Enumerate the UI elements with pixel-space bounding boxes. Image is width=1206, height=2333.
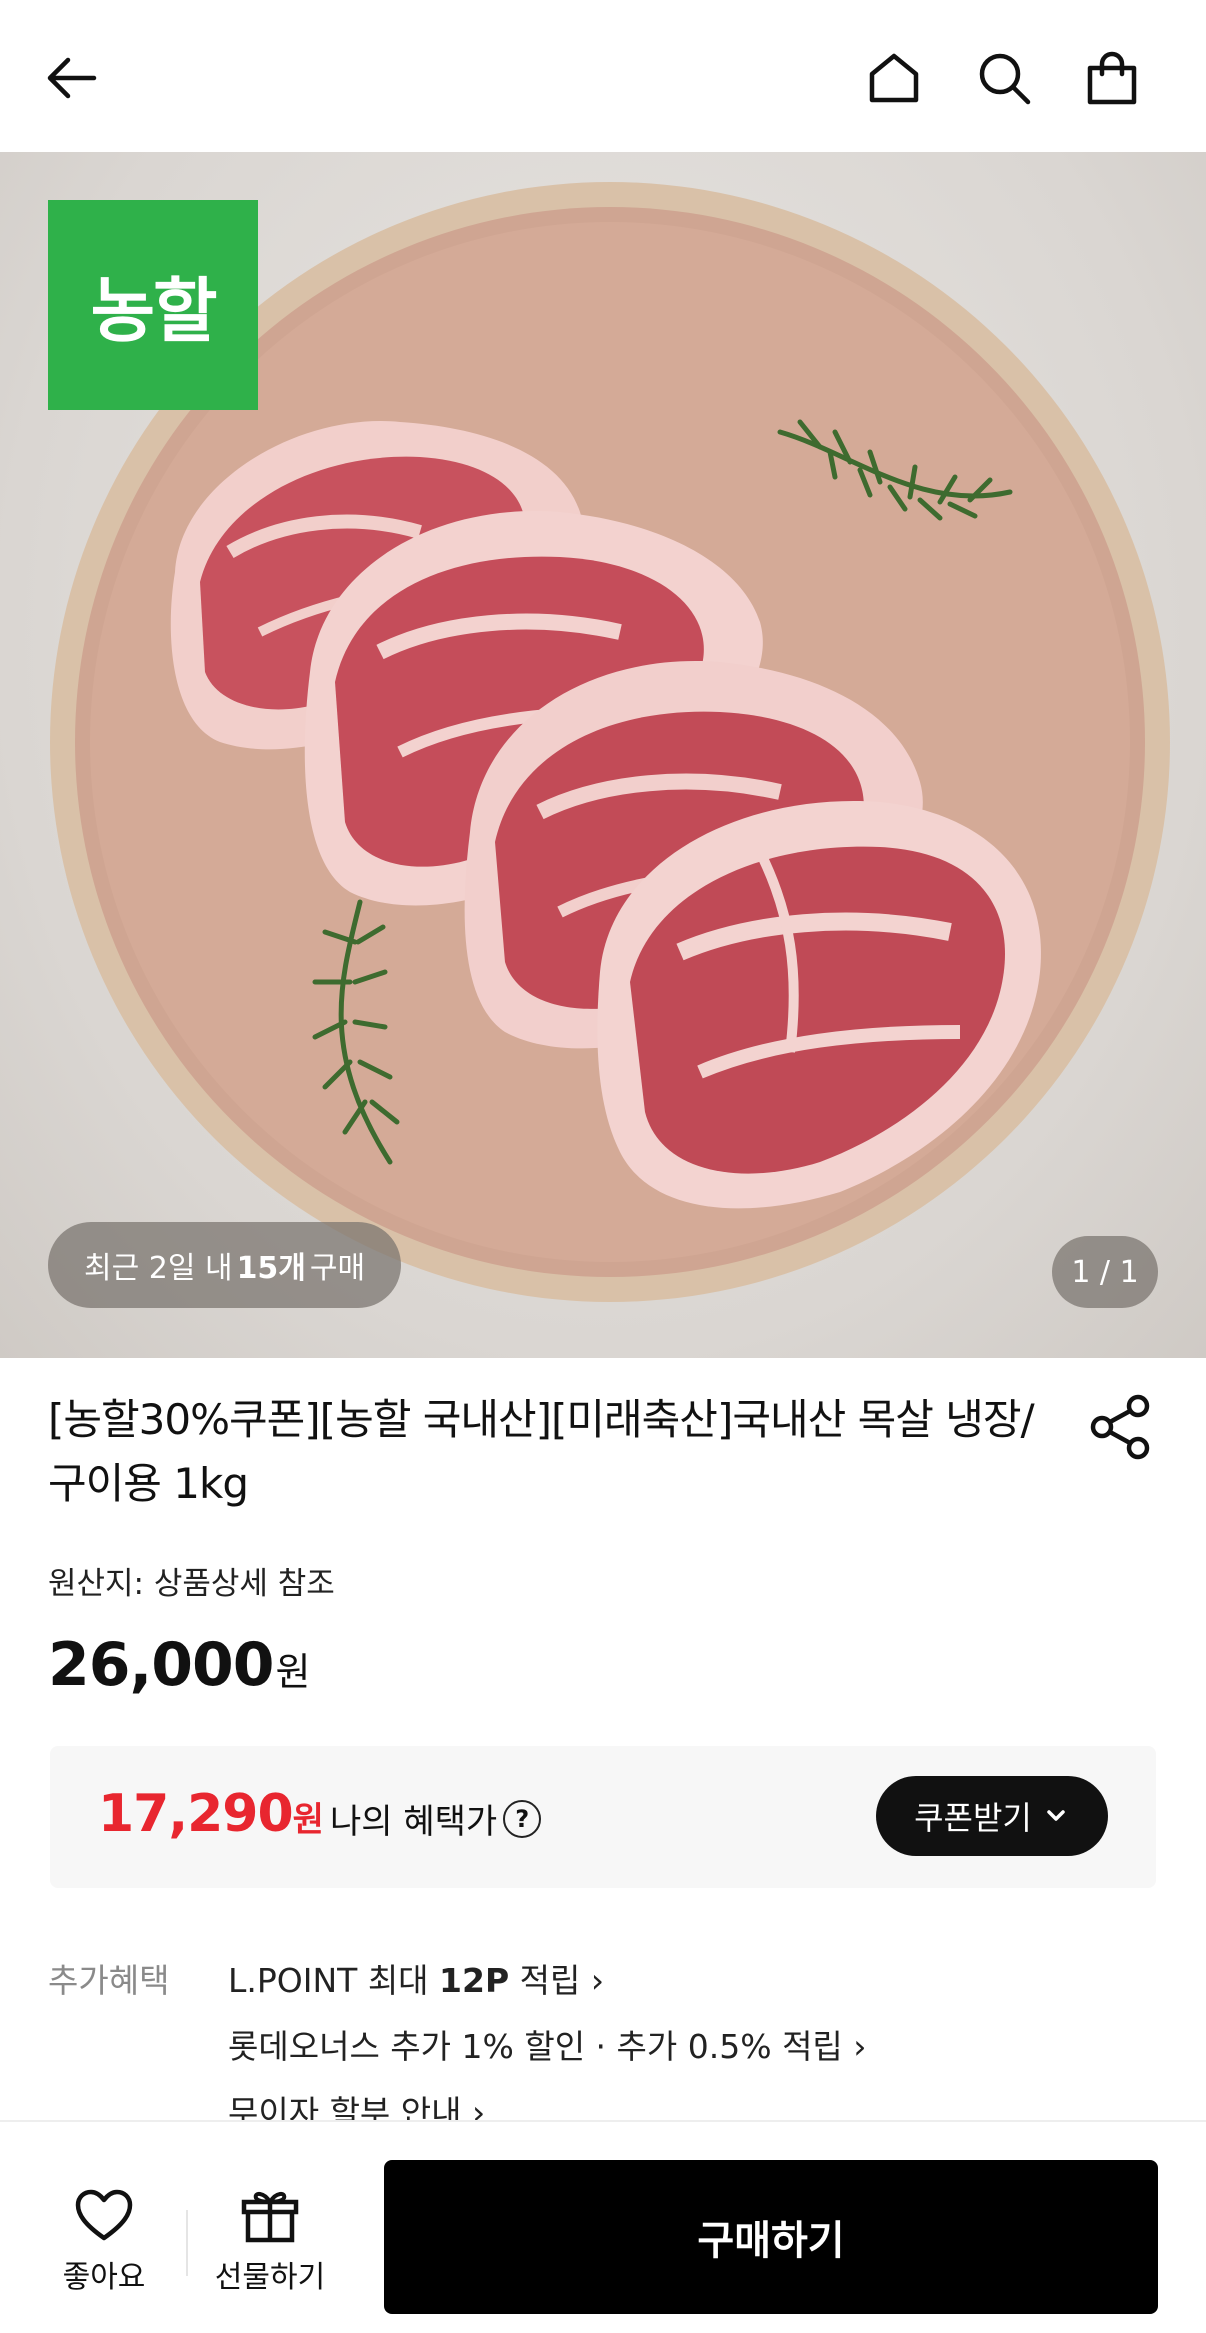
buy-button-label: 구매하기: [697, 2218, 845, 2264]
recent-purchase-badge: 최근 2일 내 15개 구매: [48, 1222, 402, 1308]
heart-icon: [75, 2189, 133, 2241]
bottom-bar-divider: [186, 2210, 188, 2276]
top-header: [0, 0, 1206, 152]
recent-purchase-count: 15개: [236, 1251, 306, 1286]
origin-info: 원산지: 상품상세 참조: [48, 1566, 335, 1602]
cart-button[interactable]: [1072, 38, 1152, 118]
gift-icon: [241, 2191, 299, 2243]
lpoint-benefit-link[interactable]: L.POINT 최대 12P 적립 ›: [228, 1954, 604, 2002]
back-button[interactable]: [32, 38, 112, 118]
chevron-right-icon: ›: [590, 1961, 605, 2000]
brand-badge-text: 농할: [90, 269, 218, 352]
share-icon: [1090, 1394, 1150, 1460]
benefit-label-text: 나의 혜택가: [330, 1802, 498, 1842]
lpoint-points: 12P: [439, 1961, 510, 2000]
shopping-bag-icon: [1087, 51, 1137, 105]
price-value: 26,000: [48, 1630, 275, 1700]
extra-benefits-label: 추가혜택: [48, 1961, 170, 2000]
benefit-price-value: 17,290: [98, 1784, 294, 1844]
home-icon: [869, 53, 919, 103]
original-price: 26,000원: [48, 1630, 311, 1700]
lpoint-text: L.POINT 최대: [228, 1961, 429, 2000]
recent-purchase-prefix: 최근 2일 내: [84, 1251, 233, 1286]
coupon-button-label: 쿠폰받기: [914, 1799, 1032, 1837]
chevron-right-icon: ›: [853, 2027, 867, 2066]
like-label: 좋아요: [62, 2260, 146, 2295]
share-button[interactable]: [1086, 1392, 1156, 1462]
benefit-price: 17,290원: [98, 1784, 324, 1844]
brand-badge: 농할: [48, 200, 258, 410]
lotte-owners-benefit-link[interactable]: 롯데오너스 추가 1% 할인 · 추가 0.5% 적립 ›: [228, 2020, 867, 2068]
coupon-download-button[interactable]: 쿠폰받기: [876, 1776, 1108, 1856]
product-title: [농할30%쿠폰][농할 국내산][미래축산]국내산 목살 냉장/구이용 1kg: [48, 1395, 1035, 1508]
question-circle-icon[interactable]: ?: [503, 1799, 542, 1838]
benefit-price-unit: 원: [292, 1800, 324, 1840]
benefit-label: 나의 혜택가 ?: [330, 1794, 542, 1843]
lotte-owners-text: 롯데오너스 추가 1% 할인 · 추가 0.5% 적립: [228, 2027, 843, 2066]
price-unit: 원: [275, 1650, 311, 1694]
like-button[interactable]: 좋아요: [44, 2188, 164, 2296]
home-button[interactable]: [854, 38, 934, 118]
image-page-indicator: 1 / 1: [1052, 1236, 1158, 1308]
arrow-left-icon: [47, 57, 97, 99]
bottom-action-bar: 좋아요 선물하기 구매하기: [0, 2120, 1206, 2333]
recent-purchase-suffix: 구매: [309, 1251, 366, 1286]
gift-label: 선물하기: [214, 2260, 326, 2295]
benefit-price-box: 17,290원 나의 혜택가 ? 쿠폰받기: [50, 1746, 1156, 1888]
search-button[interactable]: [964, 38, 1044, 118]
chevron-down-icon: [1047, 1810, 1065, 1821]
buy-button[interactable]: 구매하기: [384, 2160, 1158, 2314]
lpoint-suffix: 적립: [519, 1961, 581, 2000]
gift-button[interactable]: 선물하기: [210, 2188, 330, 2296]
search-icon: [979, 53, 1031, 105]
